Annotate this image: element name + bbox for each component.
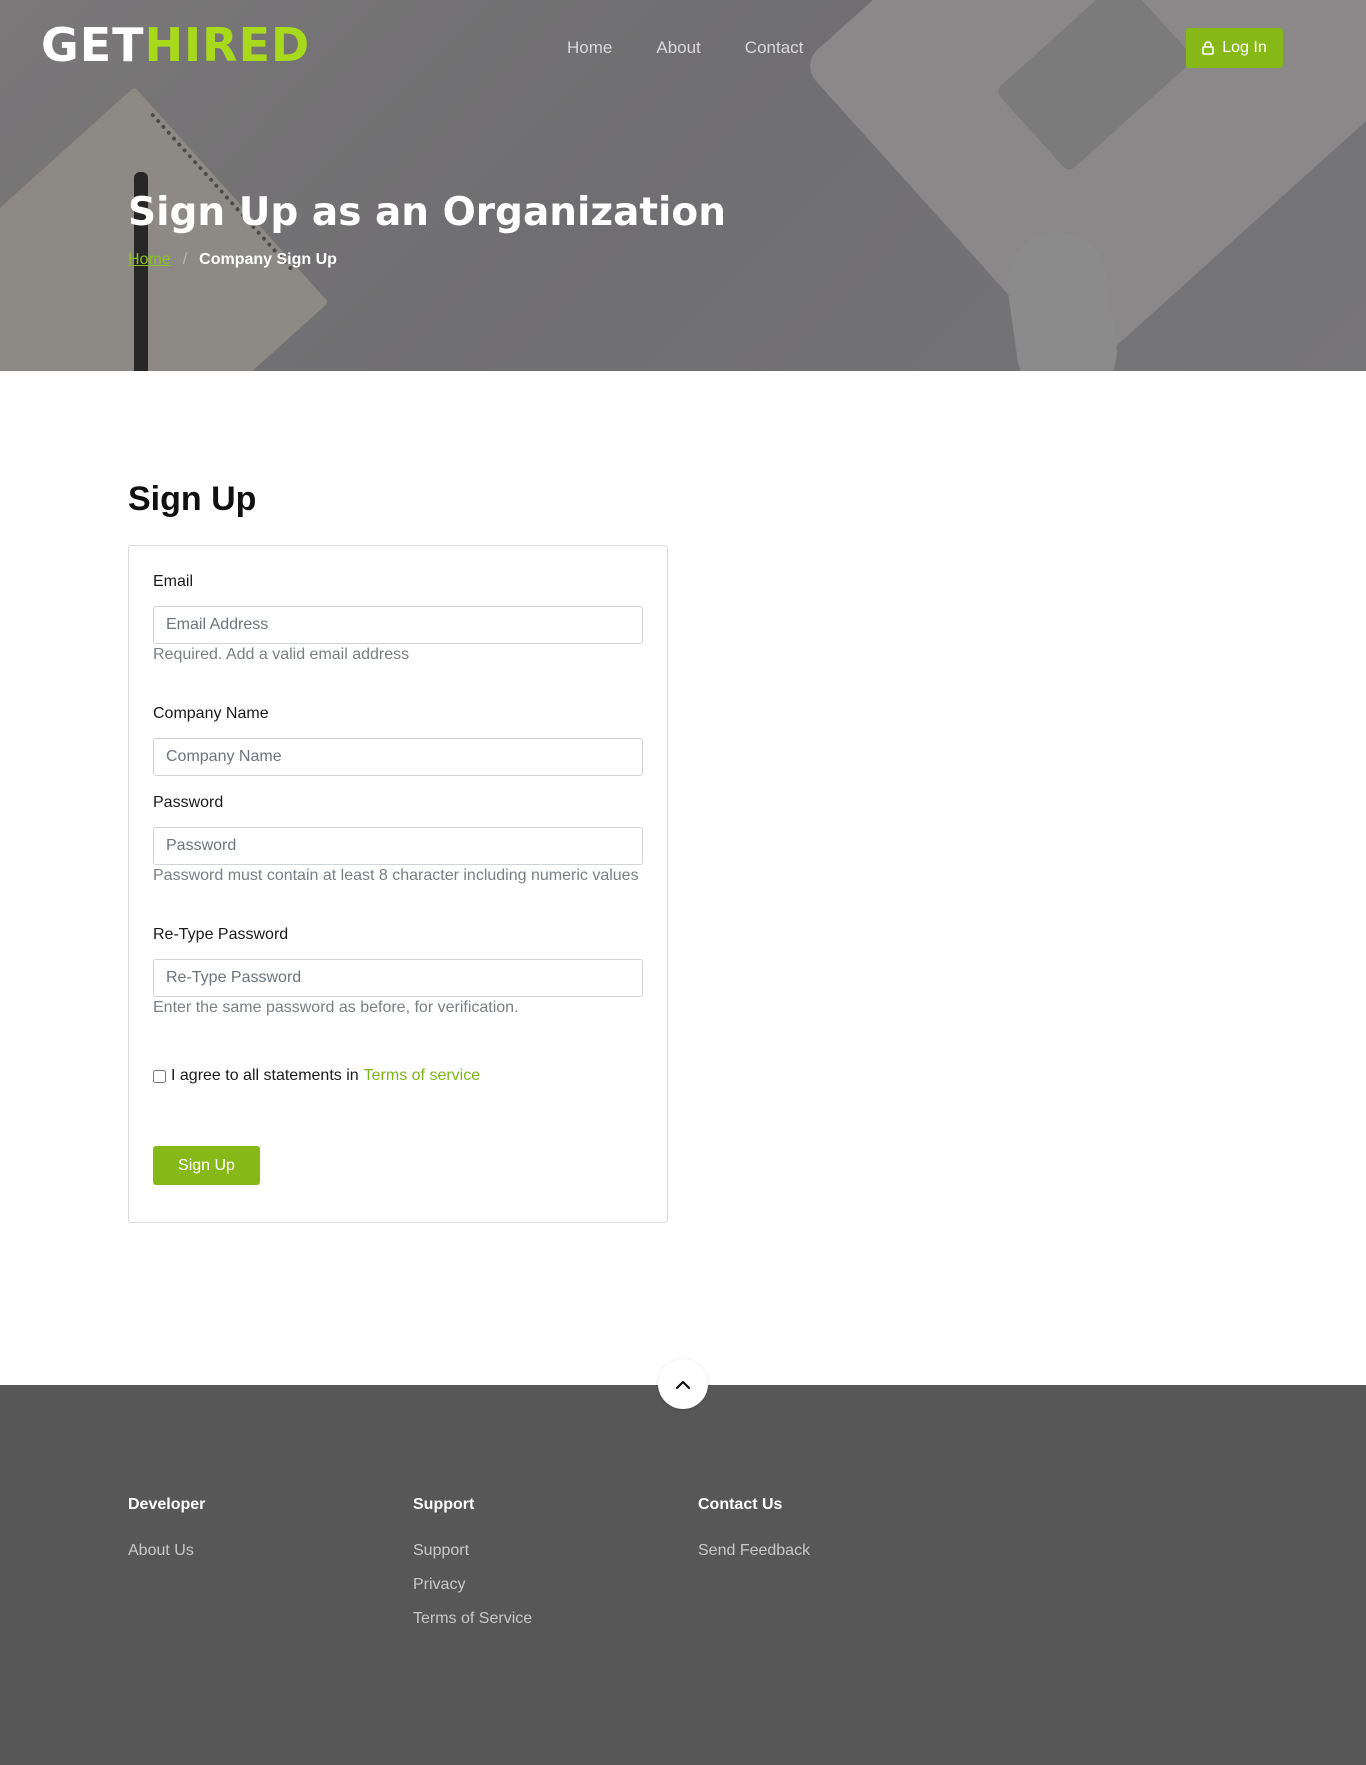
login-label: Log In bbox=[1222, 39, 1267, 56]
terms-link[interactable]: Terms of service bbox=[364, 1067, 480, 1085]
footer-heading-developer: Developer bbox=[128, 1496, 206, 1513]
terms-agreement-text: I agree to all statements in bbox=[171, 1067, 359, 1084]
password-field[interactable] bbox=[153, 827, 643, 865]
email-hint: Required. Add a valid email address bbox=[153, 646, 410, 663]
terms-checkbox[interactable] bbox=[153, 1069, 166, 1083]
lock-icon bbox=[1202, 41, 1215, 55]
logo[interactable]: GETHIRED bbox=[41, 18, 310, 72]
logo-part-get: GET bbox=[41, 18, 145, 72]
footer-link-terms-of-service[interactable]: Terms of Service bbox=[413, 1610, 532, 1628]
footer-heading-support: Support bbox=[413, 1496, 475, 1513]
footer-column-contact: Contact Us Send Feedback bbox=[698, 1496, 810, 1576]
sign-up-button[interactable]: Sign Up bbox=[153, 1146, 260, 1185]
footer-link-support[interactable]: Support bbox=[413, 1542, 532, 1560]
password-hint: Password must contain at least 8 charact… bbox=[153, 867, 639, 884]
logo-part-hired: HIRED bbox=[144, 18, 311, 72]
footer-column-developer: Developer About Us bbox=[128, 1496, 205, 1576]
terms-agreement: I agree to all statements in Terms of se… bbox=[153, 1067, 480, 1085]
retype-password-field[interactable] bbox=[153, 959, 643, 997]
signup-form-card: Email Required. Add a valid email addres… bbox=[128, 545, 668, 1223]
hero-banner: GETHIRED Home About Contact Log In Sign … bbox=[0, 0, 1366, 371]
password-label: Password bbox=[153, 794, 224, 811]
nav-about[interactable]: About bbox=[656, 38, 700, 58]
retype-password-label: Re-Type Password bbox=[153, 926, 289, 943]
footer-link-privacy[interactable]: Privacy bbox=[413, 1576, 532, 1594]
login-button[interactable]: Log In bbox=[1186, 28, 1283, 68]
breadcrumb-separator: / bbox=[182, 251, 188, 268]
footer-heading-contact: Contact Us bbox=[698, 1496, 783, 1513]
footer-link-send-feedback[interactable]: Send Feedback bbox=[698, 1542, 810, 1560]
retype-password-hint: Enter the same password as before, for v… bbox=[153, 999, 519, 1016]
nav-contact[interactable]: Contact bbox=[745, 38, 804, 58]
email-field[interactable] bbox=[153, 606, 643, 644]
page-title: Sign Up as an Organization bbox=[128, 190, 726, 235]
company-name-label: Company Name bbox=[153, 705, 269, 722]
nav-home[interactable]: Home bbox=[567, 38, 612, 58]
footer-column-support: Support Support Privacy Terms of Service bbox=[413, 1496, 532, 1644]
back-to-top-button[interactable] bbox=[658, 1359, 708, 1409]
breadcrumb-current: Company Sign Up bbox=[199, 251, 337, 268]
form-title: Sign Up bbox=[128, 480, 257, 518]
breadcrumb-home[interactable]: Home bbox=[128, 251, 171, 269]
company-name-field[interactable] bbox=[153, 738, 643, 776]
chevron-up-icon bbox=[675, 1375, 691, 1394]
breadcrumb: Home / Company Sign Up bbox=[128, 251, 337, 269]
footer-link-about-us[interactable]: About Us bbox=[128, 1542, 205, 1560]
main-nav: Home About Contact bbox=[567, 38, 847, 58]
email-label: Email bbox=[153, 573, 194, 590]
